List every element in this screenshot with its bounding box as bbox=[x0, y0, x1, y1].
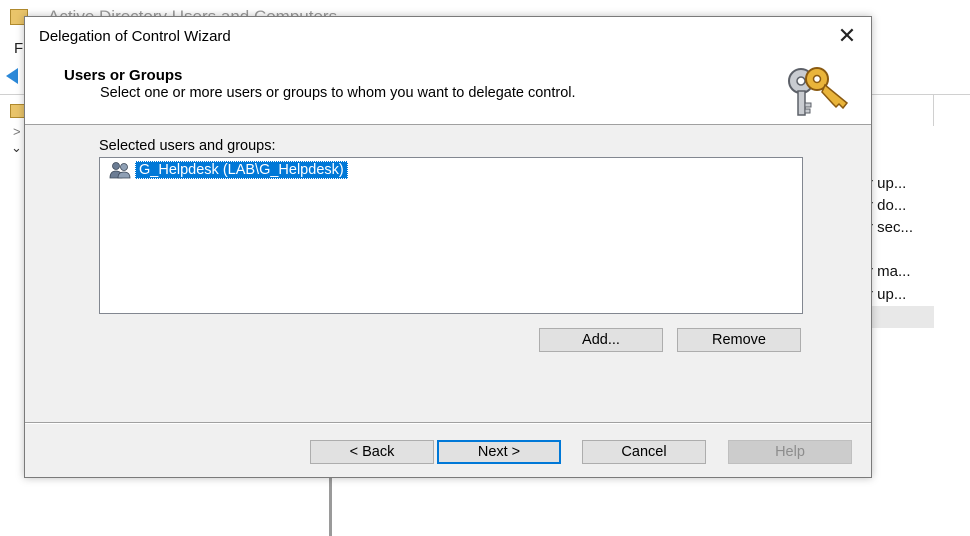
list-item-label: G_Helpdesk (LAB\G_Helpdesk) bbox=[135, 161, 348, 179]
dialog-titlebar[interactable]: Delegation of Control Wizard ✕ bbox=[25, 17, 871, 55]
tree-expand-icon[interactable]: > bbox=[13, 124, 21, 139]
close-icon[interactable]: ✕ bbox=[831, 21, 863, 51]
remove-button[interactable]: Remove bbox=[677, 328, 801, 352]
cancel-button[interactable]: Cancel bbox=[582, 440, 706, 464]
dialog-title: Delegation of Control Wizard bbox=[39, 28, 231, 45]
right-pane-item[interactable]: r do... bbox=[868, 197, 906, 214]
back-button[interactable]: < Back bbox=[310, 440, 434, 464]
file-menu[interactable]: F bbox=[14, 40, 23, 57]
right-pane-item[interactable]: r up... bbox=[868, 175, 906, 192]
page-title: Users or Groups bbox=[64, 67, 183, 84]
list-item[interactable]: G_Helpdesk (LAB\G_Helpdesk) bbox=[108, 161, 348, 179]
right-pane-item[interactable]: r up... bbox=[868, 286, 906, 303]
help-button: Help bbox=[728, 440, 852, 464]
page-subtitle: Select one or more users or groups to wh… bbox=[100, 85, 576, 101]
group-icon bbox=[109, 162, 131, 179]
keys-icon bbox=[788, 67, 849, 116]
selected-users-label: Selected users and groups: bbox=[99, 138, 276, 154]
next-button[interactable]: Next > bbox=[437, 440, 561, 464]
selected-users-listbox[interactable]: G_Helpdesk (LAB\G_Helpdesk) bbox=[99, 157, 803, 314]
pane-divider bbox=[933, 94, 934, 126]
pane-splitter[interactable] bbox=[329, 478, 332, 536]
right-pane-item[interactable]: r sec... bbox=[868, 219, 913, 236]
wizard-header: Users or Groups Select one or more users… bbox=[25, 55, 871, 125]
back-arrow-icon[interactable] bbox=[6, 68, 18, 84]
add-button[interactable]: Add... bbox=[539, 328, 663, 352]
tree-collapse-icon[interactable]: ⌄ bbox=[11, 140, 22, 156]
footer-divider bbox=[25, 422, 871, 424]
right-pane-item[interactable]: r ma... bbox=[868, 263, 911, 280]
delegation-wizard-dialog: Delegation of Control Wizard ✕ Users or … bbox=[24, 16, 872, 478]
